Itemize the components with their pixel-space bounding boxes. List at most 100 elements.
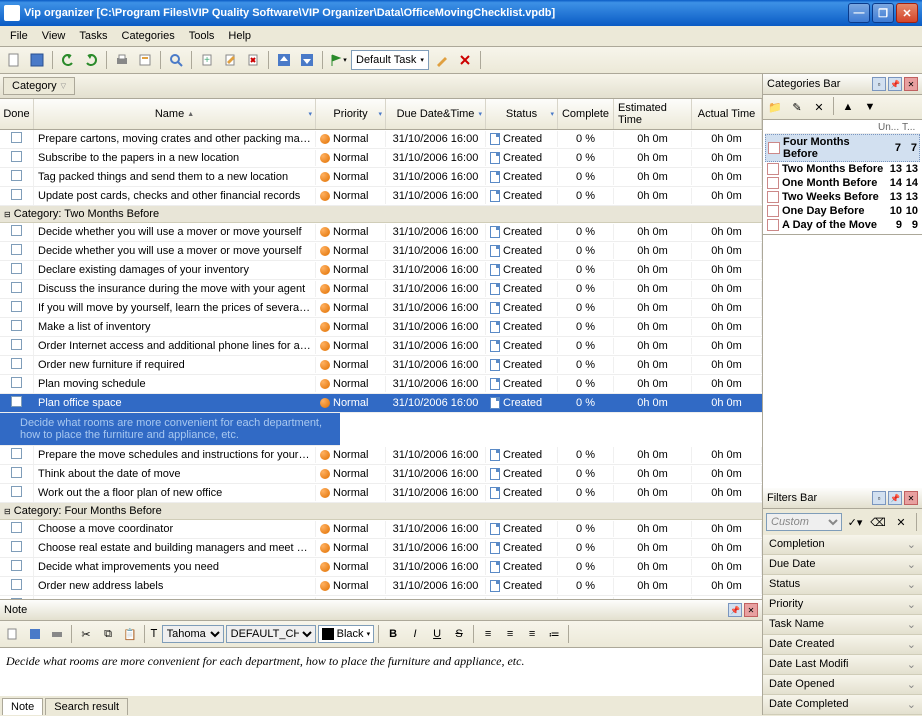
- strike-icon[interactable]: S: [449, 624, 469, 644]
- done-checkbox[interactable]: [11, 244, 22, 255]
- cat-toggle-icon[interactable]: ▫: [872, 77, 886, 91]
- options-icon[interactable]: [135, 50, 155, 70]
- done-checkbox[interactable]: [11, 151, 22, 162]
- done-checkbox[interactable]: [11, 541, 22, 552]
- edit-group-icon[interactable]: [432, 50, 452, 70]
- done-checkbox[interactable]: [11, 396, 22, 407]
- task-row[interactable]: Make a list of inventoryNormal31/10/2006…: [0, 318, 762, 337]
- task-row[interactable]: Order new address labelsNormal31/10/2006…: [0, 577, 762, 596]
- col-estimated[interactable]: Estimated Time: [614, 99, 692, 129]
- done-checkbox[interactable]: [11, 263, 22, 274]
- font-size-select[interactable]: DEFAULT_CHAR: [226, 625, 316, 643]
- task-row[interactable]: Discuss the insurance during the move wi…: [0, 280, 762, 299]
- done-checkbox[interactable]: [11, 132, 22, 143]
- pin-icon[interactable]: 📌: [728, 603, 742, 617]
- task-row[interactable]: Decide whether you will use a mover or m…: [0, 223, 762, 242]
- italic-icon[interactable]: I: [405, 624, 425, 644]
- group-header[interactable]: ⊟ Category: Four Months Before: [0, 503, 762, 520]
- menu-categories[interactable]: Categories: [116, 28, 181, 44]
- category-item[interactable]: One Month Before1414: [765, 176, 920, 190]
- cat-up-icon[interactable]: ▲: [838, 97, 858, 117]
- task-row[interactable]: Choose real estate and building managers…: [0, 539, 762, 558]
- find-icon[interactable]: [166, 50, 186, 70]
- category-item[interactable]: Two Weeks Before1313: [765, 190, 920, 204]
- category-item[interactable]: One Day Before1010: [765, 204, 920, 218]
- task-row[interactable]: Plan moving scheduleNormal31/10/2006 16:…: [0, 375, 762, 394]
- filter-priority[interactable]: Priority⌄: [763, 595, 922, 615]
- cat-pin-icon[interactable]: 📌: [888, 77, 902, 91]
- new-icon[interactable]: [4, 50, 24, 70]
- filt-toggle-icon[interactable]: ▫: [872, 491, 886, 505]
- note-paste-icon[interactable]: 📋: [120, 624, 140, 644]
- task-row[interactable]: Prepare the move schedules and instructi…: [0, 446, 762, 465]
- panel-close-icon[interactable]: ✕: [744, 603, 758, 617]
- cat-down-icon[interactable]: ▼: [860, 97, 880, 117]
- done-checkbox[interactable]: [11, 467, 22, 478]
- done-checkbox[interactable]: [11, 320, 22, 331]
- flag-icon[interactable]: ▾: [328, 50, 348, 70]
- task-row[interactable]: Tag packed things and send them to a new…: [0, 168, 762, 187]
- default-task-dropdown[interactable]: Default Task▾: [351, 50, 429, 70]
- task-row[interactable]: Order Internet access and additional pho…: [0, 337, 762, 356]
- done-checkbox[interactable]: [11, 560, 22, 571]
- cat-edit-icon[interactable]: ✎: [787, 97, 807, 117]
- task-row[interactable]: Decide what improvements you needNormal3…: [0, 558, 762, 577]
- filter-due-date[interactable]: Due Date⌄: [763, 555, 922, 575]
- col-due[interactable]: Due Date&Time▾: [386, 99, 486, 129]
- col-priority[interactable]: Priority▾: [316, 99, 386, 129]
- col-actual[interactable]: Actual Time: [692, 99, 762, 129]
- category-item[interactable]: Four Months Before77: [765, 134, 920, 162]
- col-status[interactable]: Status▾: [486, 99, 558, 129]
- filter-date-last-modifi[interactable]: Date Last Modifi⌄: [763, 655, 922, 675]
- bold-icon[interactable]: B: [383, 624, 403, 644]
- category-item[interactable]: Two Months Before1313: [765, 162, 920, 176]
- maximize-button[interactable]: ❐: [872, 3, 894, 23]
- menu-help[interactable]: Help: [222, 28, 257, 44]
- note-print-icon[interactable]: [47, 624, 67, 644]
- bullets-icon[interactable]: ≔: [544, 624, 564, 644]
- close-button[interactable]: ✕: [896, 3, 918, 23]
- menu-view[interactable]: View: [36, 28, 72, 44]
- category-item[interactable]: A Day of the Move99: [765, 218, 920, 232]
- task-grid[interactable]: Done Name▲▾ Priority▾ Due Date&Time▾ Sta…: [0, 99, 762, 599]
- done-checkbox[interactable]: [11, 358, 22, 369]
- filt-pin-icon[interactable]: 📌: [888, 491, 902, 505]
- filter-status[interactable]: Status⌄: [763, 575, 922, 595]
- cat-del-icon[interactable]: ✕: [809, 97, 829, 117]
- underline-icon[interactable]: U: [427, 624, 447, 644]
- filter-date-opened[interactable]: Date Opened⌄: [763, 675, 922, 695]
- redo-icon[interactable]: [81, 50, 101, 70]
- col-name[interactable]: Name▲▾: [34, 99, 316, 129]
- edit-task-icon[interactable]: [220, 50, 240, 70]
- filter-task-name[interactable]: Task Name⌄: [763, 615, 922, 635]
- filter-clear-icon[interactable]: ⌫: [868, 512, 888, 532]
- task-row[interactable]: Update post cards, checks and other fina…: [0, 187, 762, 206]
- down-icon[interactable]: [297, 50, 317, 70]
- tab-note[interactable]: Note: [2, 698, 43, 715]
- minimize-button[interactable]: —: [848, 3, 870, 23]
- group-header[interactable]: ⊟ Category: Two Months Before: [0, 206, 762, 223]
- note-new-icon[interactable]: [3, 624, 23, 644]
- done-checkbox[interactable]: [11, 486, 22, 497]
- done-checkbox[interactable]: [11, 282, 22, 293]
- font-color-select[interactable]: Black▾: [318, 625, 374, 643]
- task-row[interactable]: Prepare cartons, moving crates and other…: [0, 130, 762, 149]
- menu-tools[interactable]: Tools: [183, 28, 221, 44]
- done-checkbox[interactable]: [11, 339, 22, 350]
- align-left-icon[interactable]: ≡: [478, 624, 498, 644]
- task-row[interactable]: Order new furniture if requiredNormal31/…: [0, 356, 762, 375]
- group-by-category-button[interactable]: Category ▽: [3, 77, 75, 95]
- filter-apply-icon[interactable]: ✓▾: [845, 512, 865, 532]
- filt-close-icon[interactable]: ✕: [904, 491, 918, 505]
- done-checkbox[interactable]: [11, 579, 22, 590]
- font-family-select[interactable]: Tahoma: [162, 625, 224, 643]
- filter-date-created[interactable]: Date Created⌄: [763, 635, 922, 655]
- done-checkbox[interactable]: [11, 189, 22, 200]
- done-checkbox[interactable]: [11, 301, 22, 312]
- task-row[interactable]: Work out the a floor plan of new officeN…: [0, 484, 762, 503]
- col-done[interactable]: Done: [0, 99, 34, 129]
- note-copy-icon[interactable]: ⧉: [98, 624, 118, 644]
- tab-search-result[interactable]: Search result: [45, 698, 128, 715]
- print-icon[interactable]: [112, 50, 132, 70]
- undo-icon[interactable]: [58, 50, 78, 70]
